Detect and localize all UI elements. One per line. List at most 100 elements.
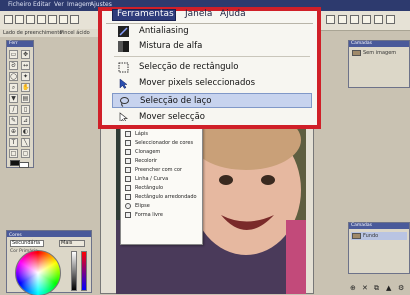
rect-select-tool-icon[interactable]: ▭ bbox=[9, 50, 18, 59]
move-selection-tool-icon[interactable]: ↔ bbox=[21, 61, 30, 70]
layers-list-item[interactable]: Sem imagem bbox=[351, 49, 407, 57]
ellipse-select-tool-icon[interactable]: ◯ bbox=[9, 72, 18, 81]
brightness-slider[interactable] bbox=[71, 251, 77, 291]
history-panel-title: Camadas bbox=[349, 223, 409, 229]
color-wheel[interactable] bbox=[15, 250, 61, 295]
submenu-item-label: Preencher com cor bbox=[135, 167, 182, 173]
fill-side-label: Lado de preenchimento bbox=[3, 30, 63, 36]
menu-window[interactable]: Janela bbox=[185, 8, 212, 20]
pencil-tool-icon[interactable]: ✎ bbox=[9, 116, 18, 125]
menu-separator bbox=[114, 56, 310, 57]
layers-panel: Camadas Sem imagem bbox=[348, 40, 410, 88]
freeform-icon bbox=[125, 212, 131, 218]
open-file-icon[interactable] bbox=[15, 15, 24, 24]
new-file-icon[interactable] bbox=[4, 15, 13, 24]
options-bar: Lado de preenchimento Pincel ácido bbox=[0, 29, 110, 37]
secondary-color-swatch[interactable] bbox=[19, 162, 29, 168]
layer-properties-icon[interactable]: ⚙ bbox=[398, 284, 404, 292]
submenu-item-line-curve[interactable]: Linha / Curva bbox=[123, 175, 203, 183]
submenu-item-rounded-rectangle[interactable]: Rectângulo arredondado bbox=[123, 193, 203, 201]
text-tool-icon[interactable]: T bbox=[9, 138, 18, 147]
menu-edit[interactable]: Editar bbox=[33, 1, 51, 8]
submenu-item-label: Rectângulo bbox=[135, 185, 164, 191]
recolor-icon bbox=[125, 158, 131, 164]
submenu-item-label: Seleccionador de cores bbox=[135, 140, 194, 146]
duplicate-layer-icon[interactable]: ⧉ bbox=[374, 284, 379, 293]
menu-tools[interactable]: Ferramentas bbox=[117, 8, 174, 20]
magic-wand-tool-icon[interactable]: ✦ bbox=[21, 72, 30, 81]
menu-image[interactable]: Imagem bbox=[67, 1, 92, 8]
recolor-tool-icon[interactable]: ◐ bbox=[21, 127, 30, 136]
brush-tool-icon[interactable]: / bbox=[9, 105, 18, 114]
paint-bucket-tool-icon[interactable]: ▼ bbox=[9, 94, 18, 103]
help-icon[interactable] bbox=[386, 15, 395, 24]
cut-icon[interactable] bbox=[48, 15, 57, 24]
menu-item-label: Antialiasing bbox=[139, 26, 189, 36]
clone-tool-icon[interactable]: ⊕ bbox=[9, 127, 18, 136]
menu-item-label: Mover pixels seleccionados bbox=[139, 78, 256, 88]
layers-toggle-icon[interactable] bbox=[338, 15, 347, 24]
history-panel: Camadas Fundo bbox=[348, 222, 410, 274]
antialiasing-icon bbox=[118, 26, 129, 37]
menu-item-rect-select[interactable]: Selecção de rectângulo bbox=[112, 60, 312, 75]
colors-panel-title: Cores bbox=[9, 233, 22, 238]
colors-panel: Cores Secundária Mais Cor Primária bbox=[6, 230, 92, 295]
submenu-item-rectangle[interactable]: Rectângulo bbox=[123, 184, 203, 192]
left-eye bbox=[219, 175, 233, 185]
delete-layer-icon[interactable]: ✕ bbox=[362, 284, 368, 292]
add-layer-icon[interactable]: ⊕ bbox=[350, 284, 356, 292]
color-mode-select[interactable]: Secundária bbox=[10, 240, 44, 247]
colors-panel-titlebar: Cores bbox=[7, 231, 91, 238]
more-colors-button[interactable]: Mais bbox=[59, 240, 85, 247]
move-tool-icon[interactable]: ✥ bbox=[21, 50, 30, 59]
submenu-item-label: Linha / Curva bbox=[135, 176, 169, 182]
tools-panel: Ferr ▭ ✥ ᘐ ↔ ◯ ✦ ⌕ ✋ ▼ ▤ / ▯ ✎ ⊿ ⊕ ◐ T ╲… bbox=[6, 40, 34, 168]
menu-item-move-selection[interactable]: Mover selecção bbox=[112, 110, 312, 121]
submenu-item-freeform[interactable]: Forma livre bbox=[123, 211, 203, 219]
history-item-name: Fundo bbox=[363, 233, 379, 239]
brush-label: Pincel ácido bbox=[60, 30, 90, 36]
move-layer-up-icon[interactable]: ▲ bbox=[386, 284, 391, 292]
layer-controls: ⊕ ✕ ⧉ ▲ ⚙ bbox=[348, 283, 410, 293]
zoom-tool-icon[interactable]: ⌕ bbox=[9, 83, 18, 92]
tools-toggle-icon[interactable] bbox=[374, 15, 383, 24]
colors-toggle-icon[interactable] bbox=[362, 15, 371, 24]
print-icon[interactable] bbox=[37, 15, 46, 24]
save-icon[interactable] bbox=[26, 15, 35, 24]
menu-help[interactable]: Ajuda bbox=[220, 8, 246, 20]
pan-tool-icon[interactable]: ✋ bbox=[21, 83, 30, 92]
menu-item-move-pixels[interactable]: Mover pixels seleccionados bbox=[112, 76, 312, 91]
submenu-item-ellipse[interactable]: Elipse bbox=[123, 202, 203, 210]
submenu-item-pencil[interactable]: Lápis bbox=[123, 130, 203, 138]
submenu-item-label: Lápis bbox=[135, 131, 149, 137]
gradient-tool-icon[interactable]: ▤ bbox=[21, 94, 30, 103]
menu-item-antialiasing[interactable]: Antialiasing bbox=[112, 24, 312, 39]
submenu-item-clone[interactable]: Clonagem bbox=[123, 148, 203, 156]
submenu-item-label: Forma livre bbox=[135, 212, 164, 218]
menu-item-alpha-blending[interactable]: Mistura de alfa bbox=[112, 39, 312, 54]
clone-stamp-icon bbox=[125, 149, 131, 155]
lasso-tool-icon[interactable]: ᘐ bbox=[9, 61, 18, 70]
paste-icon[interactable] bbox=[70, 15, 79, 24]
line-tool-icon[interactable]: ╲ bbox=[21, 138, 30, 147]
rounded-rect-tool-icon[interactable]: ▢ bbox=[21, 149, 30, 158]
rectangle-tool-icon[interactable]: □ bbox=[9, 149, 18, 158]
rounded-rectangle-icon bbox=[125, 194, 131, 200]
submenu-item-label: Recolorir bbox=[135, 158, 158, 164]
submenu-item-label: Clonagem bbox=[135, 149, 161, 155]
eraser-tool-icon[interactable]: ▯ bbox=[21, 105, 30, 114]
menu-view[interactable]: Ver bbox=[54, 1, 64, 8]
submenu-item-recolor[interactable]: Recolorir bbox=[123, 157, 203, 165]
submenu-item-color-picker[interactable]: Seleccionador de cores bbox=[123, 139, 203, 147]
copy-icon[interactable] bbox=[59, 15, 68, 24]
submenu-item-paint-bucket[interactable]: Preencher com cor bbox=[123, 166, 203, 174]
menu-item-lasso-select[interactable]: Selecção de laço bbox=[112, 93, 312, 108]
menu-file[interactable]: Ficheiro bbox=[8, 1, 31, 8]
paint-bucket-icon bbox=[125, 167, 131, 173]
history-list-item[interactable]: Fundo bbox=[351, 232, 407, 240]
color-picker-tool-icon[interactable]: ⊿ bbox=[21, 116, 30, 125]
hue-slider[interactable] bbox=[81, 251, 87, 291]
palette-icon[interactable] bbox=[326, 15, 335, 24]
line-curve-icon bbox=[125, 176, 131, 182]
history-toggle-icon[interactable] bbox=[350, 15, 359, 24]
